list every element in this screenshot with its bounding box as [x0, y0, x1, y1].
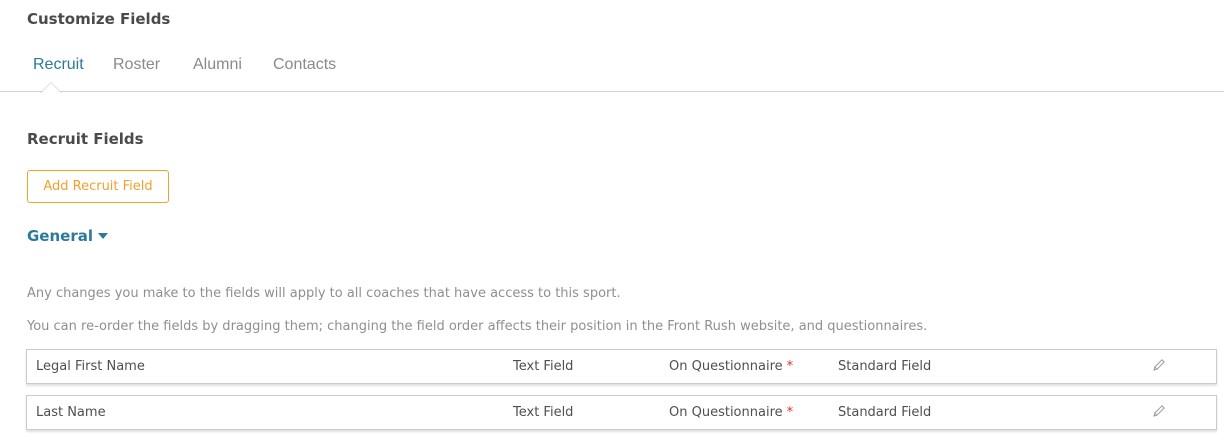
- page-title: Customize Fields: [27, 10, 171, 28]
- field-questionnaire-status: On Questionnaire *: [669, 405, 793, 420]
- info-text-access: Any changes you make to the fields will …: [27, 286, 621, 301]
- required-marker: *: [786, 359, 794, 374]
- field-questionnaire-status: On Questionnaire *: [669, 359, 793, 374]
- pencil-icon[interactable]: [1152, 404, 1168, 420]
- field-type: Text Field: [513, 359, 574, 374]
- field-row[interactable]: Last Name Text Field On Questionnaire * S…: [26, 395, 1217, 430]
- questionnaire-label: On Questionnaire: [669, 359, 783, 374]
- pencil-icon[interactable]: [1152, 358, 1168, 374]
- active-tab-indicator: [40, 82, 62, 93]
- field-name: Last Name: [36, 405, 106, 420]
- add-recruit-field-button[interactable]: Add Recruit Field: [27, 170, 169, 203]
- tab-bar: Recruit Roster Alumni Contacts: [0, 54, 1224, 93]
- group-label: General: [27, 227, 93, 245]
- section-title: Recruit Fields: [27, 130, 144, 148]
- field-type: Text Field: [513, 405, 574, 420]
- tab-alumni[interactable]: Alumni: [193, 56, 242, 74]
- tab-roster[interactable]: Roster: [113, 56, 160, 74]
- field-kind: Standard Field: [838, 359, 932, 374]
- tab-recruit[interactable]: Recruit: [33, 56, 84, 74]
- caret-down-icon: [98, 233, 108, 239]
- required-marker: *: [786, 405, 794, 420]
- general-group-toggle[interactable]: General: [27, 227, 108, 245]
- field-name: Legal First Name: [36, 359, 145, 374]
- field-row[interactable]: Legal First Name Text Field On Questionn…: [26, 349, 1217, 384]
- field-kind: Standard Field: [838, 405, 932, 420]
- tab-contacts[interactable]: Contacts: [273, 56, 336, 74]
- questionnaire-label: On Questionnaire: [669, 405, 783, 420]
- info-text-reorder: You can re-order the fields by dragging …: [27, 319, 928, 334]
